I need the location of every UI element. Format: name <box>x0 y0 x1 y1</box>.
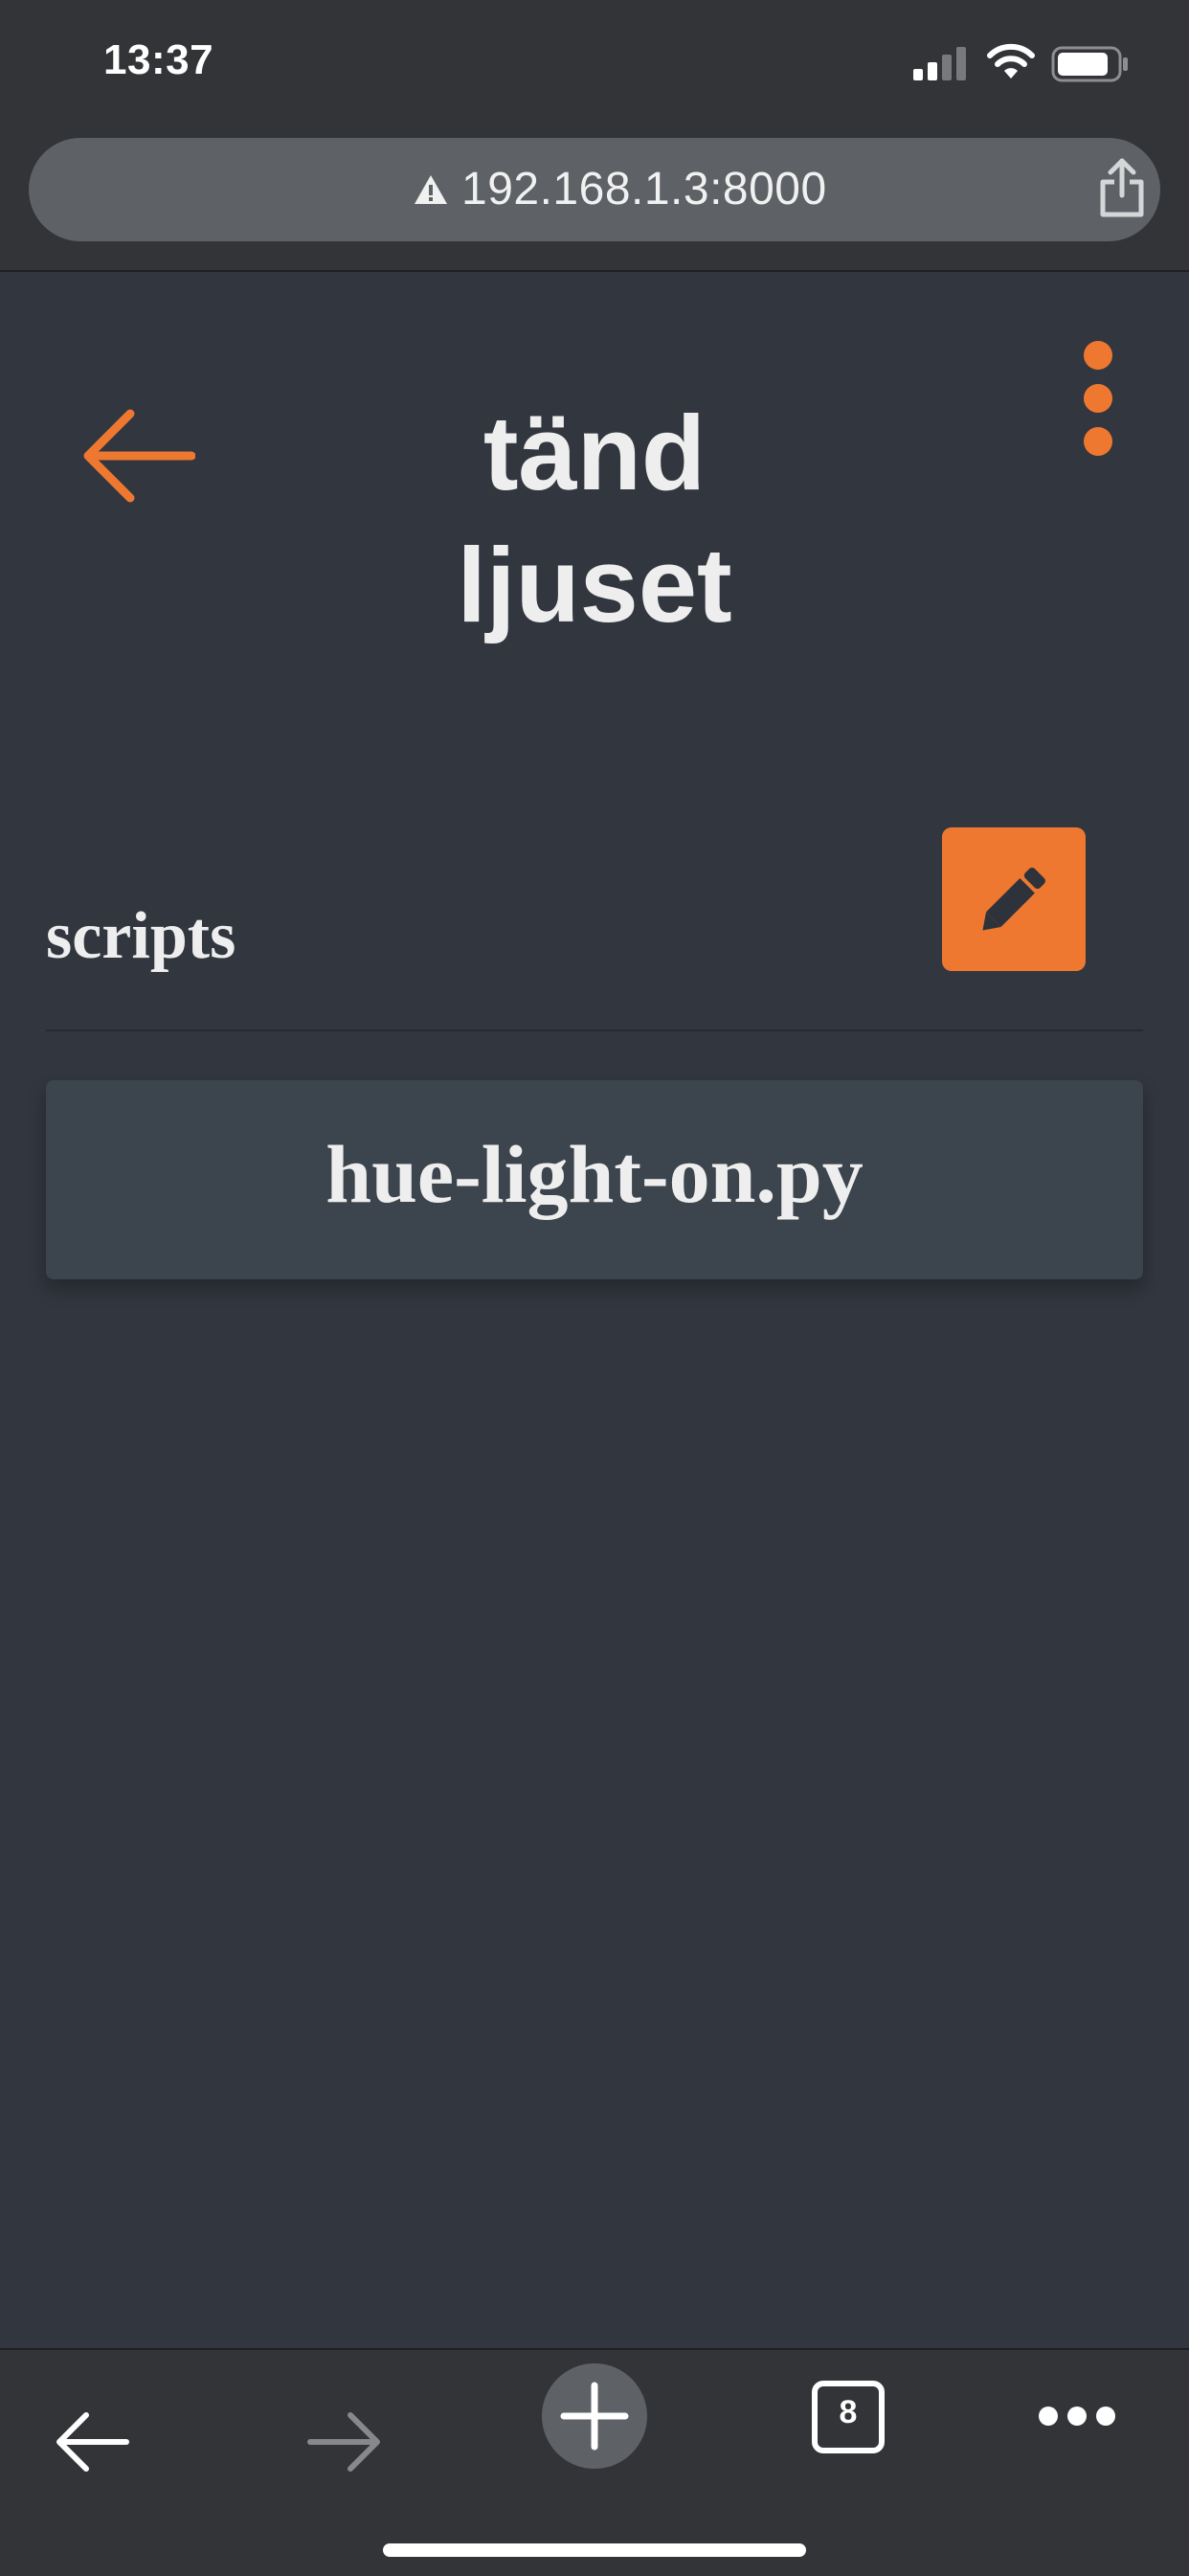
horizontal-dots-icon[interactable] <box>1038 2404 1116 2429</box>
vertical-dots-icon[interactable] <box>1082 339 1114 458</box>
status-time: 13:37 <box>103 36 214 83</box>
url-text: 192.168.1.3:8000 <box>461 164 827 215</box>
browser-address-area: 192.168.1.3:8000 <box>0 134 1189 272</box>
warning-triangle-icon <box>415 175 447 204</box>
plus-icon <box>560 2382 629 2451</box>
pencil-icon <box>982 868 1045 931</box>
page-title-line-2: ljuset <box>457 527 732 644</box>
scripts-section-label: scripts <box>46 899 236 973</box>
cellular-signal-icon <box>913 47 966 80</box>
tab-count: 8 <box>839 2394 858 2430</box>
script-list-item[interactable]: hue-light-on.py <box>46 1080 1143 1279</box>
page-title-line-1: tänd <box>482 395 707 512</box>
browser-toolbar: 8 <box>0 2348 1189 2576</box>
script-name: hue-light-on.py <box>325 1128 864 1220</box>
arrow-left-icon[interactable] <box>56 2411 130 2473</box>
page-title: tänd ljuset <box>307 388 882 652</box>
home-indicator <box>383 2543 806 2557</box>
status-bar: 13:37 <box>0 0 1189 134</box>
arrow-right-icon <box>307 2412 380 2472</box>
section-divider <box>46 1029 1143 1031</box>
battery-icon <box>1051 46 1128 82</box>
edit-button[interactable] <box>942 827 1086 971</box>
back-arrow-icon[interactable] <box>82 408 195 504</box>
share-icon[interactable] <box>1097 157 1147 218</box>
address-bar[interactable]: 192.168.1.3:8000 <box>29 138 1160 241</box>
tabs-button[interactable]: 8 <box>812 2381 885 2453</box>
wifi-icon <box>987 43 1035 79</box>
new-tab-button[interactable] <box>542 2363 647 2469</box>
